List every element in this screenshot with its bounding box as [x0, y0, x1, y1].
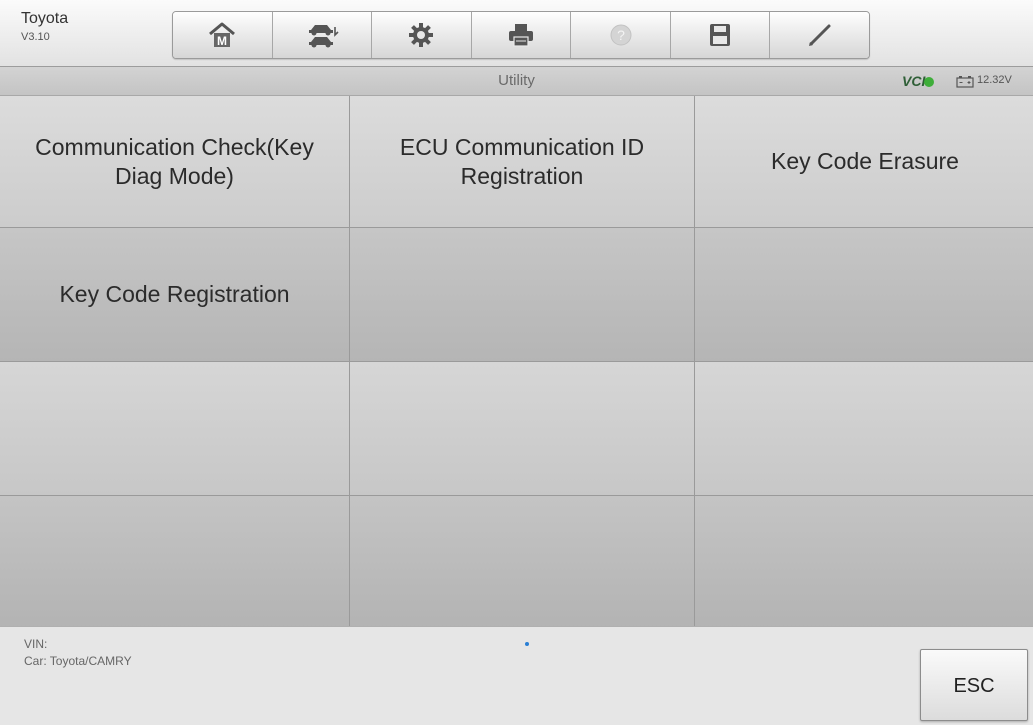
- footer-bar: VIN: Car: Toyota/CAMRY ESC: [0, 626, 1033, 725]
- battery-voltage: 12.32V: [977, 74, 1012, 86]
- function-ecu-communication-id-registration[interactable]: ECU Communication ID Registration: [350, 96, 694, 227]
- empty-grid-cell: [350, 496, 694, 629]
- empty-grid-cell: [350, 362, 694, 495]
- car-info: Car: Toyota/CAMRY: [24, 654, 132, 668]
- help-icon: ?: [609, 23, 633, 47]
- save-icon: [709, 23, 731, 47]
- function-grid: Communication Check(Key Diag Mode) ECU C…: [0, 96, 1033, 629]
- page-title: Utility: [498, 72, 535, 89]
- print-button[interactable]: [471, 12, 572, 58]
- vehicle-swap-button[interactable]: [272, 12, 373, 58]
- esc-button[interactable]: ESC: [920, 649, 1028, 721]
- settings-button[interactable]: [372, 12, 472, 58]
- save-button[interactable]: [670, 12, 771, 58]
- app-version: V3.10: [21, 31, 50, 43]
- svg-text:M: M: [217, 34, 227, 48]
- vci-connected-icon: [924, 77, 934, 87]
- app-name: Toyota: [21, 10, 69, 27]
- page-indicator: [525, 642, 529, 646]
- empty-grid-cell: [695, 496, 1033, 629]
- empty-grid-cell: [0, 362, 349, 495]
- toolbar: M ?: [172, 11, 870, 59]
- vin-label: VIN:: [24, 637, 48, 651]
- pen-icon: [807, 22, 833, 48]
- empty-grid-cell: [695, 362, 1033, 495]
- battery-icon: [956, 75, 974, 93]
- home-button[interactable]: M: [173, 12, 273, 58]
- empty-grid-cell: [0, 496, 349, 629]
- gear-icon: [408, 22, 434, 48]
- vehicle-swap-icon: [305, 22, 339, 48]
- top-bar: Toyota V3.10 M ?: [0, 0, 1033, 66]
- vci-label: VCI: [902, 73, 926, 89]
- empty-grid-cell: [350, 228, 694, 361]
- empty-grid-cell: [695, 228, 1033, 361]
- function-key-code-registration[interactable]: Key Code Registration: [0, 228, 349, 361]
- function-communication-check[interactable]: Communication Check(Key Diag Mode): [0, 96, 349, 227]
- home-m-icon: M: [208, 22, 236, 48]
- printer-icon: [507, 22, 535, 48]
- edit-button[interactable]: [770, 12, 869, 58]
- function-key-code-erasure[interactable]: Key Code Erasure: [695, 96, 1033, 227]
- svg-text:?: ?: [617, 27, 625, 43]
- title-bar: Utility VCI 12.32V: [0, 66, 1033, 96]
- help-button[interactable]: ?: [571, 12, 671, 58]
